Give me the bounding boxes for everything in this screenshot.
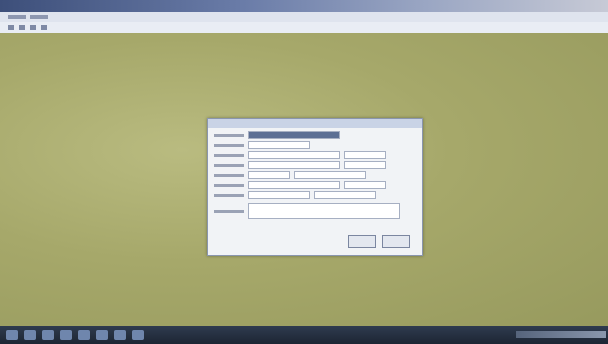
field-label [214, 209, 244, 213]
dropdown[interactable] [344, 161, 386, 169]
notes-field[interactable] [248, 203, 400, 219]
system-tray[interactable] [516, 331, 606, 338]
form-row [214, 131, 340, 139]
field-label [214, 163, 244, 167]
form-row [214, 203, 400, 219]
form-row [214, 141, 310, 149]
folder-icon[interactable] [42, 330, 54, 340]
toolbar-icon[interactable] [30, 25, 36, 30]
form-row [214, 171, 366, 179]
dialog-title-bar [208, 119, 422, 128]
app-icon[interactable] [78, 330, 90, 340]
app-icon[interactable] [96, 330, 108, 340]
field-label [214, 133, 244, 137]
app-icon[interactable] [114, 330, 126, 340]
window-title-bar [0, 0, 608, 12]
cancel-button[interactable] [382, 235, 410, 248]
menu-item[interactable] [30, 15, 48, 19]
menu-bar [0, 12, 608, 22]
field-label [214, 143, 244, 147]
dropdown[interactable] [344, 181, 386, 189]
start-icon[interactable] [6, 330, 18, 340]
dropdown[interactable] [248, 181, 340, 189]
field-label [214, 183, 244, 187]
app-icon[interactable] [132, 330, 144, 340]
text-field[interactable] [314, 191, 376, 199]
text-field[interactable] [248, 141, 310, 149]
form-row [214, 161, 386, 169]
field-label [214, 153, 244, 157]
toolbar [0, 22, 608, 33]
record-dialog [207, 118, 423, 256]
form-row [214, 181, 386, 189]
text-field[interactable] [294, 171, 366, 179]
toolbar-icon[interactable] [41, 25, 47, 30]
text-field[interactable] [248, 161, 340, 169]
menu-item[interactable] [8, 15, 26, 19]
form-row [214, 151, 386, 159]
dropdown[interactable] [248, 171, 290, 179]
text-field[interactable] [248, 191, 310, 199]
name-field[interactable] [248, 131, 340, 139]
ok-button[interactable] [348, 235, 376, 248]
text-field[interactable] [248, 151, 340, 159]
toolbar-icon[interactable] [19, 25, 25, 30]
taskbar [0, 326, 608, 344]
toolbar-icon[interactable] [8, 25, 14, 30]
app-icon[interactable] [60, 330, 72, 340]
field-label [214, 193, 244, 197]
text-field[interactable] [344, 151, 386, 159]
field-label [214, 173, 244, 177]
form-row [214, 191, 376, 199]
browser-icon[interactable] [24, 330, 36, 340]
